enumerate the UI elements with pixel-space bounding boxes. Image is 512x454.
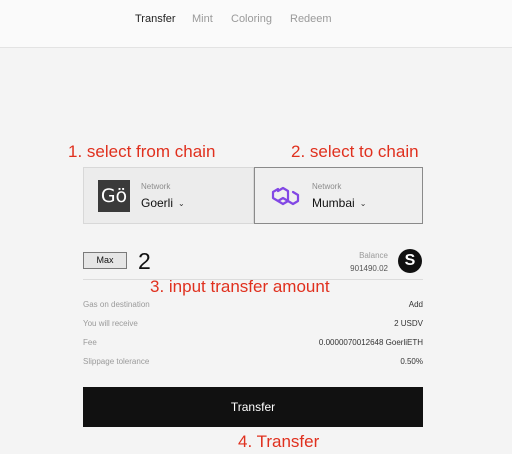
chevron-down-icon: ⌄ — [359, 199, 367, 208]
detail-value: 2 USDV — [394, 319, 423, 328]
detail-value: 0.0000070012648 GoerliETH — [318, 338, 423, 347]
annotation-step-3: 3. input transfer amount — [150, 277, 330, 296]
balance-label: Balance — [359, 251, 388, 260]
detail-label: Slippage tolerance — [83, 357, 150, 366]
tab-coloring[interactable]: Coloring — [231, 13, 272, 25]
to-chain-selector[interactable]: Network Mumbai ⌄ — [254, 167, 423, 224]
annotation-step-1: 1. select from chain — [68, 142, 216, 161]
detail-label: Gas on destination — [83, 300, 150, 309]
tab-redeem[interactable]: Redeem — [290, 13, 332, 25]
detail-row-fee: Fee 0.0000070012648 GoerliETH — [83, 338, 423, 352]
top-nav-bar: Transfer Mint Coloring Redeem — [0, 0, 512, 48]
from-network-label: Network — [141, 182, 171, 191]
goerli-logo-icon: Gö — [98, 180, 130, 212]
gas-add-link[interactable]: Add — [409, 300, 423, 309]
detail-row-slippage: Slippage tolerance 0.50% — [83, 357, 423, 371]
detail-row-gas: Gas on destination Add — [83, 300, 423, 314]
from-network-name: Goerli — [141, 196, 174, 210]
amount-input[interactable] — [138, 248, 318, 274]
detail-label: You will receive — [83, 319, 138, 328]
chevron-down-icon: ⌄ — [178, 199, 185, 208]
detail-row-receive: You will receive 2 USDV — [83, 319, 423, 333]
transfer-button[interactable]: Transfer — [83, 387, 423, 427]
from-chain-selector[interactable]: Gö Network Goerli ⌄ — [83, 167, 254, 224]
tab-mint[interactable]: Mint — [192, 13, 213, 25]
polygon-logo-icon — [269, 180, 301, 212]
usdv-icon: S — [398, 249, 422, 273]
annotation-step-4: 4. Transfer — [238, 432, 320, 451]
to-network-label: Network — [312, 182, 342, 191]
annotation-step-2: 2. select to chain — [291, 142, 419, 161]
max-button[interactable]: Max — [83, 252, 127, 269]
from-network-name-row: Goerli ⌄ — [141, 196, 185, 210]
balance-value: 901490.02 — [350, 264, 388, 273]
detail-label: Fee — [83, 338, 97, 347]
to-network-name-row: Mumbai ⌄ — [312, 196, 366, 210]
to-network-name: Mumbai — [312, 196, 355, 210]
tab-transfer[interactable]: Transfer — [135, 13, 176, 25]
detail-value: 0.50% — [400, 357, 423, 366]
divider — [83, 279, 423, 280]
